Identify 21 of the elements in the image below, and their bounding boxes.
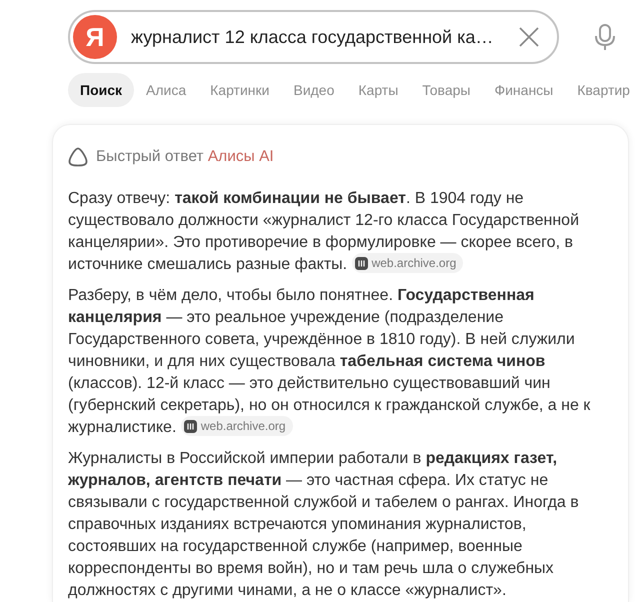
search-tab[interactable]: Квартир <box>565 73 632 107</box>
clear-icon[interactable] <box>519 27 539 47</box>
answer-heading: Быстрый ответ Алисы AI <box>96 147 274 167</box>
search-tab[interactable]: Карты <box>346 73 410 107</box>
microphone-icon[interactable] <box>595 24 615 50</box>
answer-paragraph: Журналисты в Российской империи работали в редакциях газет, журналов, агентств печати — это частная сфера. Их статус не связывали с государственной службой и табелем о рангах. Иногда в справочных изданиях встречаются упоминания журналистов, состоявших на государственной службе (например, военные корреспонденты во время войн), но и там речь шла о служебных должностях с другими чинами, а не о классе «журналист». <box>68 449 580 602</box>
search-logo[interactable]: Я <box>73 15 117 59</box>
columns-icon <box>184 420 197 433</box>
source-link[interactable]: web.archive.org <box>352 253 464 274</box>
search-input[interactable]: журналист 12 класса государственной ка… <box>131 24 519 50</box>
answer-paragraph: Сразу отвечу: такой комбинации не бывает. В 1904 году не существовало должности «журналист 12-го класса Государственной канцелярии». Это противоречие в формулировке — скорее всего, в источнике смешались разные факты. web.archive.org <box>68 189 580 276</box>
search-tab[interactable]: Финансы <box>482 73 566 107</box>
search-tab[interactable]: Видео <box>281 73 346 107</box>
search-tab[interactable]: Поиск <box>68 73 134 107</box>
columns-icon <box>354 256 368 270</box>
answer-paragraph: Разберу, в чём дело, чтобы было понятнее. Государственная канцелярия — это реальное учреждение (подразделение Государственного совета, учреждённое в 1810 году). В ней служили чиновники, и для них существовала табельная система чинов (классов). 12-й класс — это действительно существовавший чин (губернский секретарь), но он относился к гражданской службе, а не к журналистике. web.archive.org <box>68 286 592 438</box>
search-tab[interactable]: Товары <box>410 73 482 107</box>
search-tab[interactable]: Алиса <box>134 73 198 107</box>
rounded-triangle-icon <box>68 146 88 167</box>
source-link[interactable]: web.archive.org <box>180 416 293 436</box>
search-tab[interactable]: Картинки <box>198 73 282 107</box>
